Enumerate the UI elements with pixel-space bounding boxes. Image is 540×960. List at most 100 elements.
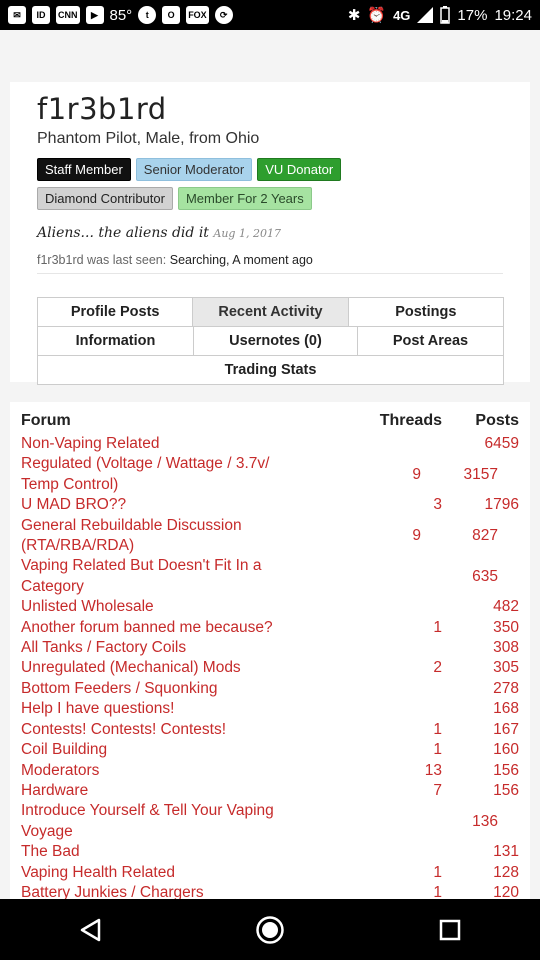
forum-link[interactable]: Moderators (21, 761, 342, 781)
thread-count: 1 (433, 863, 442, 881)
table-row: U MAD BRO?? 3 1796 (21, 495, 519, 515)
header-threads: Threads (379, 412, 442, 429)
post-count: 156 (493, 781, 519, 799)
forum-link[interactable]: Non-Vaping Related (21, 434, 342, 454)
post-count: 136 (472, 812, 498, 830)
status-bar: ✉ ID CNN ▶ 85° t O FOX ⟳ ✱ ⏰ 4G 17% 19:2… (0, 0, 540, 30)
recents-icon (439, 919, 461, 940)
tab-recent-activity[interactable]: Recent Activity (193, 298, 349, 326)
table-row: Help I have questions! 168 (21, 699, 519, 719)
forum-link[interactable]: Bottom Feeders / Squonking (21, 679, 342, 699)
post-count: 6459 (484, 435, 519, 452)
clock: 19:24 (494, 6, 532, 24)
forum-link[interactable]: Unregulated (Mechanical) Mods (21, 658, 342, 678)
thread-count: 7 (433, 781, 442, 799)
status-text: Aliens... the aliens did it (37, 225, 209, 241)
table-row: General Rebuildable Discussion (RTA/RBA/… (21, 516, 519, 557)
post-count: 1796 (484, 496, 519, 514)
network-type: 4G (393, 7, 411, 23)
forum-link[interactable]: U MAD BRO?? (21, 495, 342, 515)
signal-icon (417, 7, 434, 23)
outlook-icon: O (162, 6, 181, 24)
thread-count: 9 (412, 465, 421, 483)
post-count: 482 (493, 598, 519, 616)
post-count: 131 (493, 843, 519, 861)
table-header: Forum Threads Posts (21, 412, 519, 434)
thread-count: 1 (433, 720, 442, 738)
status-date[interactable]: Aug 1, 2017 (213, 227, 281, 240)
forum-link[interactable]: General Rebuildable Discussion (RTA/RBA/… (21, 516, 321, 557)
table-row: Contests! Contests! Contests! 1 167 (21, 720, 519, 740)
post-count: 308 (493, 639, 519, 657)
post-count: 128 (493, 863, 519, 881)
user-status: Aliens... the aliens did it Aug 1, 2017 (37, 225, 503, 241)
post-count: 278 (493, 679, 519, 697)
tab-information[interactable]: Information (38, 327, 194, 355)
last-seen-prefix: f1r3b1rd was last seen: (37, 253, 167, 267)
badge-staff-member: Staff Member (37, 158, 131, 181)
post-count: 160 (493, 741, 519, 759)
profile-subtitle: Phantom Pilot, Male, from Ohio (37, 130, 260, 147)
post-count: 167 (493, 720, 519, 738)
table-row: Regulated (Voltage / Wattage / 3.7v/ Tem… (21, 454, 519, 495)
thread-count: 1 (433, 741, 442, 759)
mail-icon: ✉ (8, 6, 26, 24)
profile-username: f1r3b1rd (37, 92, 167, 126)
back-icon (80, 918, 101, 941)
table-row: All Tanks / Factory Coils 308 (21, 638, 519, 658)
tab-post-areas[interactable]: Post Areas (358, 327, 503, 355)
badge-senior-moderator: Senior Moderator (135, 158, 253, 181)
table-row: Introduce Yourself & Tell Your Vaping Vo… (21, 801, 519, 842)
table-row: Coil Building 1 160 (21, 740, 519, 760)
profile-tabs: Profile Posts Recent Activity Postings I… (37, 297, 504, 385)
alarm-icon: ⏰ (367, 7, 387, 24)
badge-vu-donator: VU Donator (257, 158, 342, 181)
thread-count: 9 (412, 526, 421, 544)
tab-profile-posts[interactable]: Profile Posts (38, 298, 194, 326)
fox-news-icon: FOX (186, 6, 209, 24)
user-badges: Staff Member Senior Moderator VU Donator… (37, 158, 397, 210)
notification-icons: ✉ ID CNN ▶ 85° t O FOX ⟳ (8, 6, 233, 24)
table-row: Vaping Related But Doesn't Fit In a Cate… (21, 556, 519, 597)
home-button[interactable] (240, 900, 300, 960)
forum-link[interactable]: Hardware (21, 781, 342, 801)
forum-link[interactable]: Contests! Contests! Contests! (21, 720, 342, 740)
page-content[interactable]: f1r3b1rd Phantom Pilot, Male, from Ohio … (0, 30, 540, 899)
header-posts: Posts (475, 412, 519, 429)
forum-link[interactable]: All Tanks / Factory Coils (21, 638, 342, 658)
post-count: 635 (472, 567, 498, 585)
forum-link[interactable]: Vaping Health Related (21, 863, 342, 883)
profile-card: f1r3b1rd Phantom Pilot, Male, from Ohio … (10, 82, 530, 385)
forum-link[interactable]: Help I have questions! (21, 699, 342, 719)
tab-trading-stats[interactable]: Trading Stats (38, 356, 503, 384)
table-body: Non-Vaping Related 6459 Regulated (Voltage… (21, 434, 519, 899)
forum-link[interactable]: Introduce Yourself & Tell Your Vaping Vo… (21, 801, 321, 842)
forum-link[interactable]: Coil Building (21, 740, 342, 760)
tab-usernotes[interactable]: Usernotes (0) (194, 327, 358, 355)
forum-link[interactable]: Battery Junkies / Chargers (21, 883, 342, 899)
forum-link[interactable]: Unlisted Wholesale (21, 597, 342, 617)
table-row: Non-Vaping Related 6459 (21, 434, 519, 454)
post-count: 168 (493, 700, 519, 718)
home-icon (256, 915, 284, 944)
forum-link[interactable]: Another forum banned me because? (21, 618, 342, 638)
back-button[interactable] (60, 900, 120, 960)
battery-percent: 17% (457, 6, 488, 24)
post-count: 827 (472, 526, 498, 544)
temperature: 85° (109, 6, 133, 24)
table-row: Moderators 13 156 (21, 761, 519, 781)
tab-postings[interactable]: Postings (348, 298, 503, 326)
thread-count: 3 (433, 496, 442, 514)
sync-icon: ⟳ (214, 6, 233, 24)
cnn-icon: CNN (56, 6, 80, 24)
forum-link[interactable]: The Bad (21, 842, 342, 862)
thread-count: 2 (433, 659, 442, 677)
recents-button[interactable] (420, 900, 480, 960)
table-row: Vaping Health Related 1 128 (21, 863, 519, 883)
forum-link[interactable]: Vaping Related But Doesn't Fit In a Cate… (21, 556, 321, 597)
forum-link[interactable]: Regulated (Voltage / Wattage / 3.7v/ Tem… (21, 454, 321, 495)
battery-icon (440, 6, 451, 24)
navigation-bar (0, 899, 540, 960)
header-forum: Forum (21, 412, 71, 429)
divider (37, 273, 503, 274)
